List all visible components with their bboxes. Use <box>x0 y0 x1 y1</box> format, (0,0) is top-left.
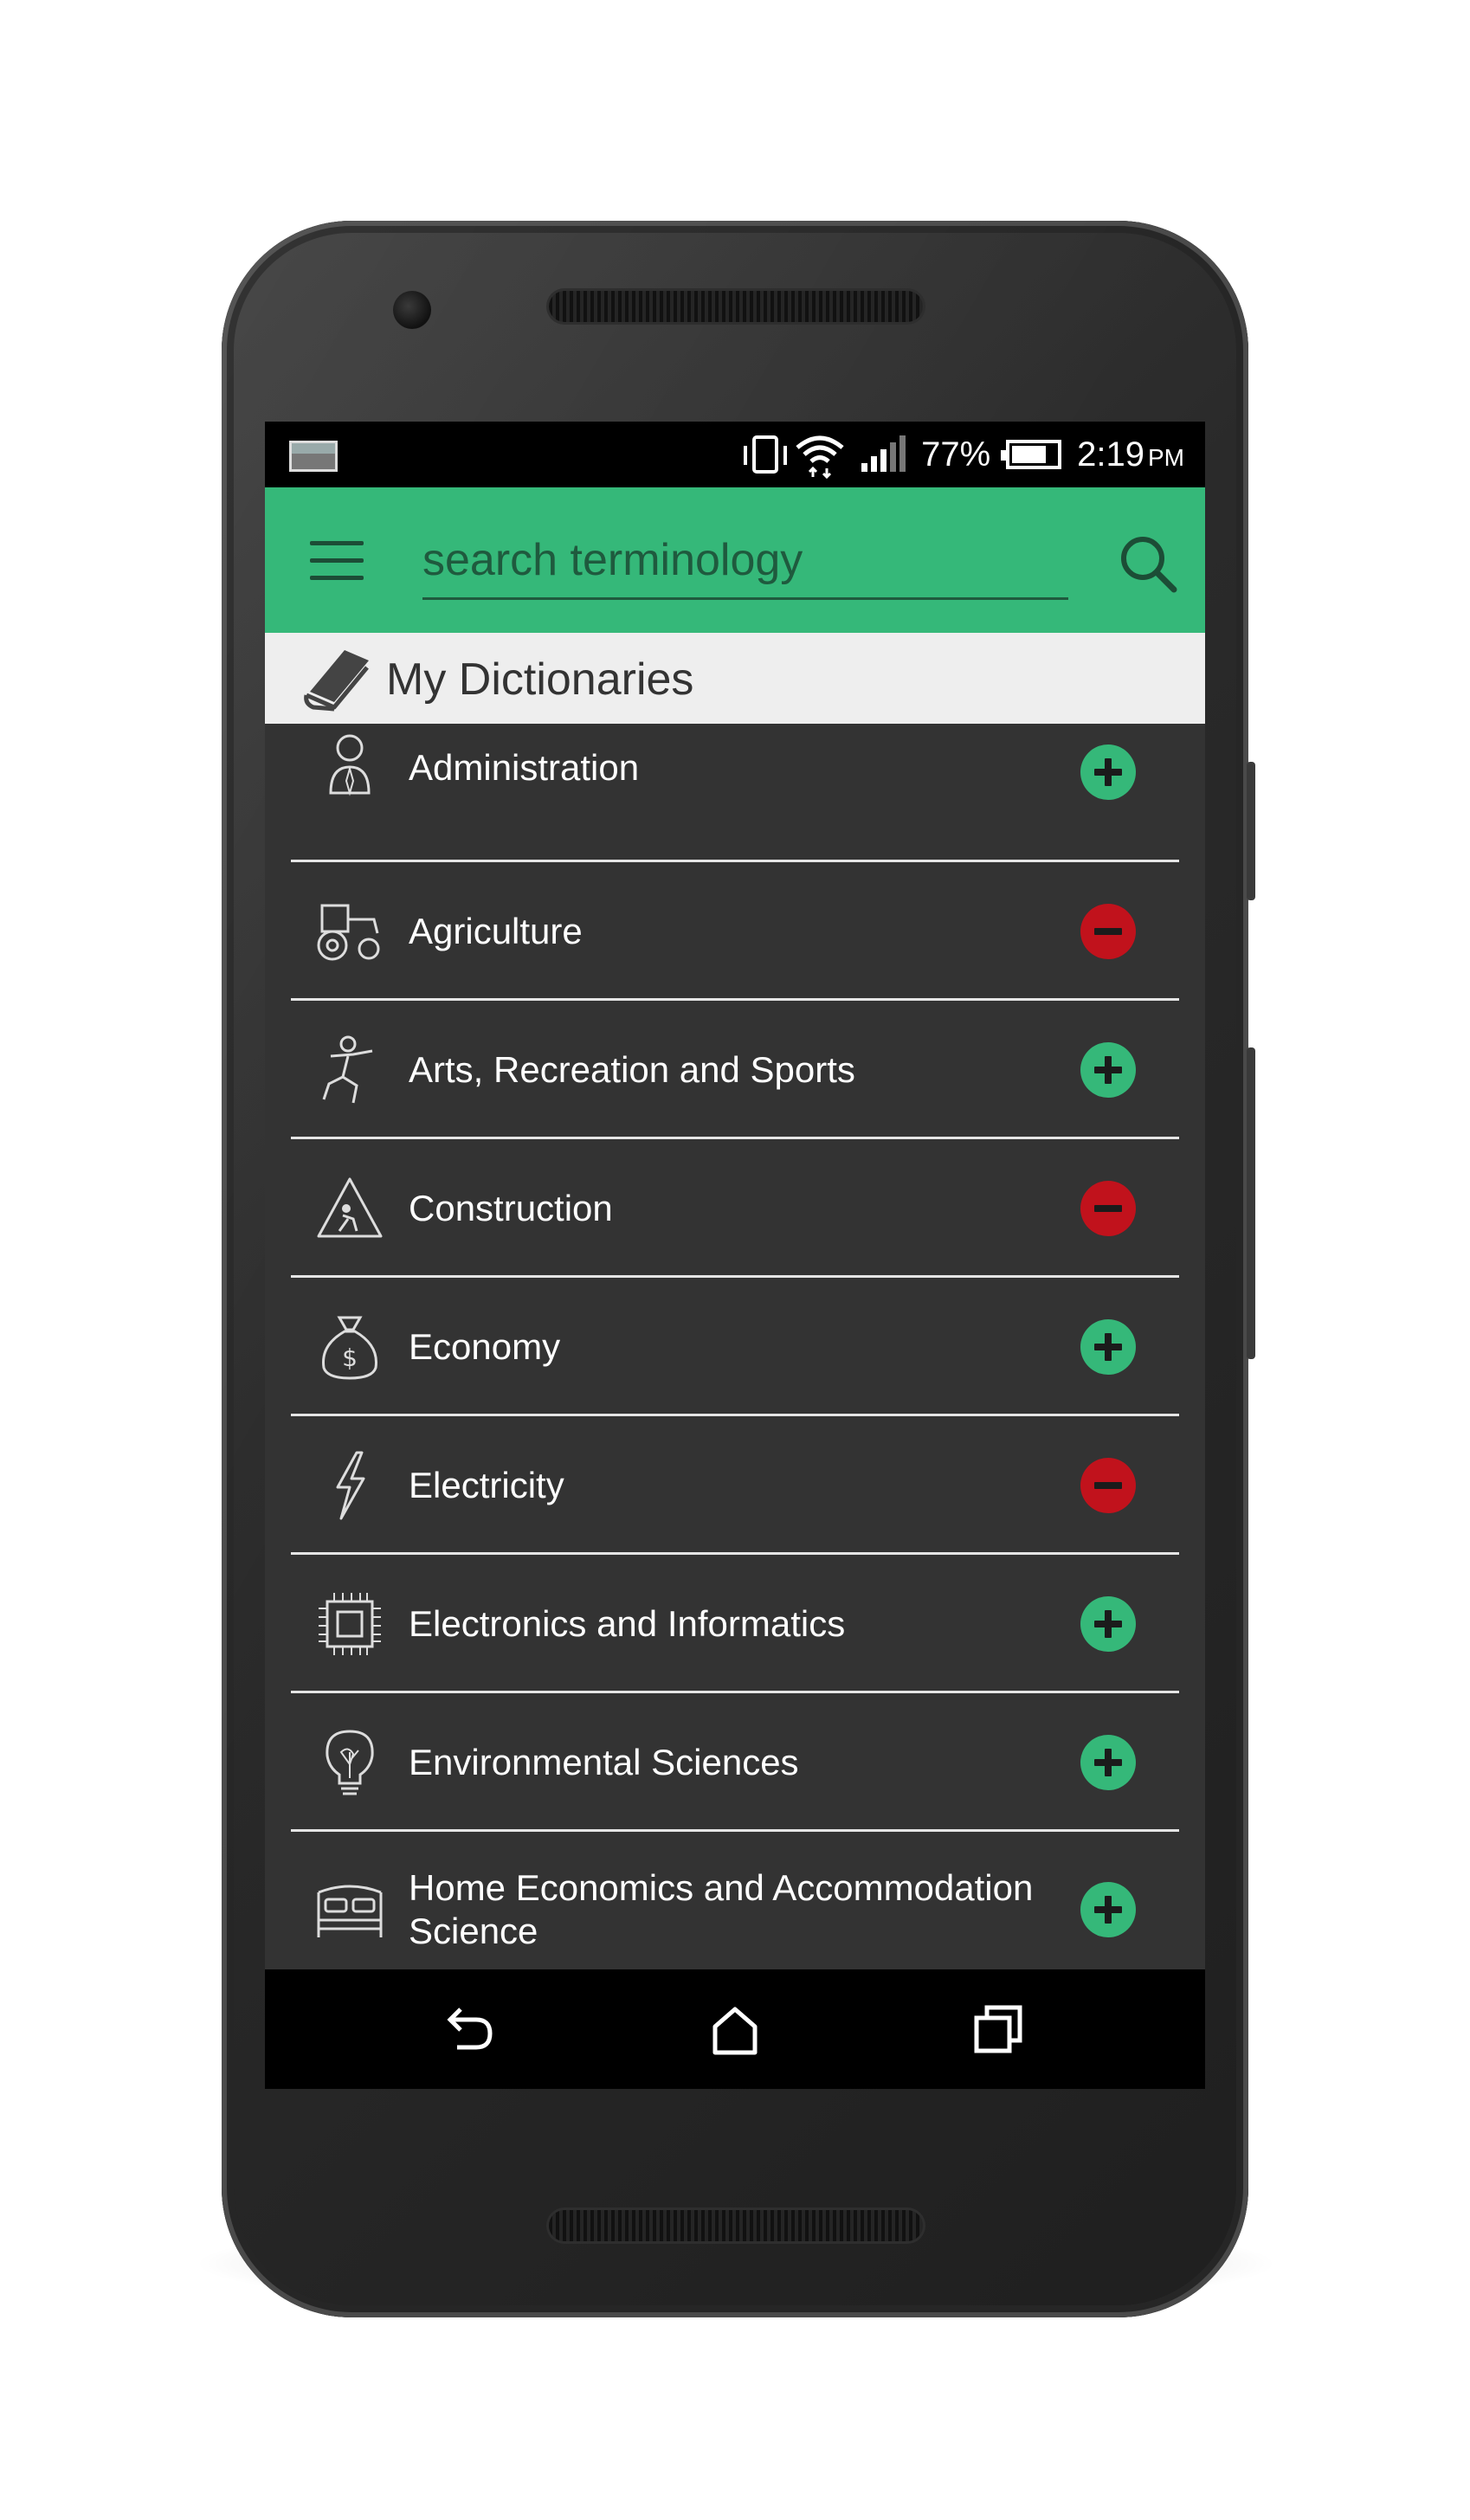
my-dictionaries-header: My Dictionaries <box>265 633 1205 724</box>
add-dictionary-button[interactable] <box>1080 1042 1136 1098</box>
svg-text:$: $ <box>342 1344 358 1372</box>
list-item[interactable]: Electronics and Informatics <box>265 1555 1205 1693</box>
list-item[interactable]: Electricity <box>265 1416 1205 1555</box>
list-item[interactable]: Environmental Sciences <box>265 1693 1205 1832</box>
section-title: My Dictionaries <box>386 654 694 705</box>
search-input[interactable] <box>422 522 1068 600</box>
dictionary-label: Economy <box>409 1326 561 1367</box>
front-camera <box>393 291 431 329</box>
search-icon[interactable] <box>1113 529 1183 598</box>
back-icon[interactable] <box>438 1999 499 2059</box>
vibrate-icon <box>744 435 788 474</box>
list-item[interactable]: Administration <box>265 724 1205 862</box>
add-dictionary-button[interactable] <box>1080 1596 1136 1652</box>
bed-icon <box>317 1885 383 1937</box>
list-item[interactable]: $ Economy <box>265 1278 1205 1416</box>
wifi-icon <box>796 435 844 479</box>
list-item[interactable]: Agriculture <box>265 862 1205 1001</box>
add-dictionary-button[interactable] <box>1080 1882 1136 1937</box>
remove-dictionary-button[interactable] <box>1080 1181 1136 1236</box>
app-bar <box>265 487 1205 633</box>
dictionary-label: Home Economics and Accommodation Science <box>409 1867 1034 1951</box>
remove-dictionary-button[interactable] <box>1080 1458 1136 1513</box>
status-bar: 77% 2:19 PM <box>265 422 1205 487</box>
remove-dictionary-button[interactable] <box>1080 904 1136 959</box>
construction-sign-icon <box>317 1177 383 1238</box>
runner-icon <box>322 1035 373 1104</box>
clock-ampm: PM <box>1148 443 1184 471</box>
top-speaker-grille <box>549 291 923 322</box>
clock-time: 2:19 <box>1077 435 1144 474</box>
navigation-bar <box>265 1969 1205 2089</box>
tractor-icon <box>317 904 380 961</box>
dictionary-label: Administration <box>409 747 640 788</box>
add-dictionary-button[interactable] <box>1080 1735 1136 1790</box>
dictionary-label: Arts, Recreation and Sports <box>409 1049 855 1090</box>
book-icon <box>304 650 369 712</box>
bottom-speaker-grille <box>549 2210 923 2241</box>
volume-button <box>1247 1047 1255 1359</box>
list-item[interactable]: Construction <box>265 1139 1205 1278</box>
gallery-notification-icon <box>289 441 338 472</box>
phone-screen: 77% 2:19PM My Dictionaries <box>265 422 1205 2089</box>
battery-percent: 77% <box>921 435 991 474</box>
dictionary-list: Administration Agriculture Arts, Recreat… <box>265 724 1205 1988</box>
dictionary-label: Environmental Sciences <box>409 1742 799 1782</box>
dictionary-label: Electricity <box>409 1465 564 1505</box>
list-item[interactable]: Home Economics and Accommodation Science <box>265 1832 1205 1988</box>
dictionary-label: Agriculture <box>409 911 583 951</box>
chip-icon <box>319 1593 381 1655</box>
power-button <box>1247 762 1255 900</box>
home-icon[interactable] <box>705 1999 765 2059</box>
eco-bulb-icon <box>326 1730 374 1795</box>
dictionary-label: Electronics and Informatics <box>409 1603 846 1644</box>
dictionary-label: Construction <box>409 1188 613 1228</box>
clock: 2:19 PM <box>1077 435 1184 474</box>
money-bag-icon: $ <box>322 1316 377 1380</box>
add-dictionary-button[interactable] <box>1080 1319 1136 1375</box>
hamburger-menu-icon[interactable] <box>310 541 364 581</box>
person-tie-icon <box>329 734 371 796</box>
recent-apps-icon[interactable] <box>968 1999 1028 2059</box>
list-item[interactable]: Arts, Recreation and Sports <box>265 1001 1205 1139</box>
lightning-icon <box>336 1451 365 1520</box>
cell-signal-icon <box>861 435 906 472</box>
add-dictionary-button[interactable] <box>1080 744 1136 800</box>
battery-icon <box>1001 440 1062 469</box>
